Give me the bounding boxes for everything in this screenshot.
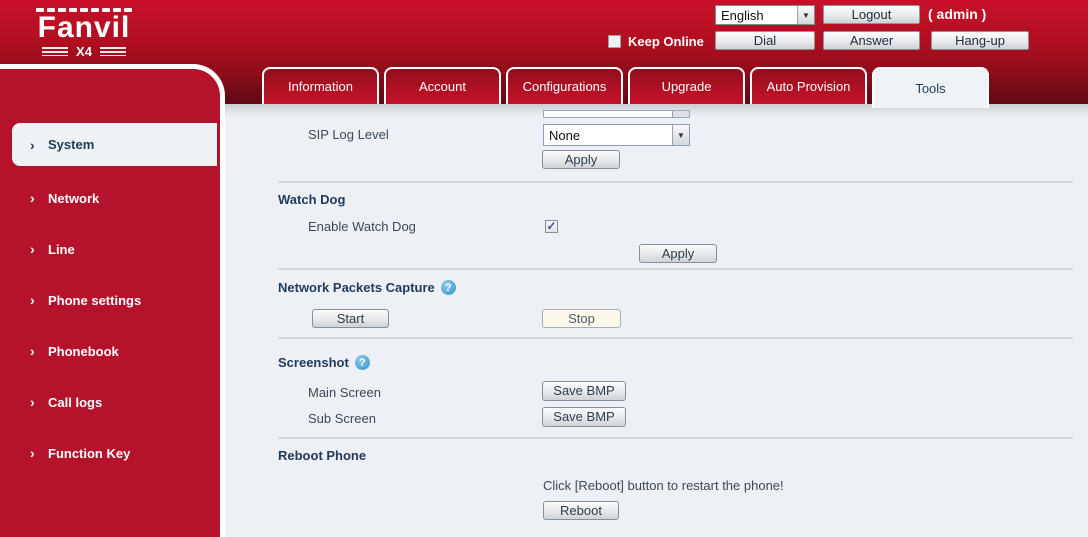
brand-name: Fanvil [24,13,144,43]
sidebar-item-network[interactable]: › Network [0,183,220,213]
enable-watch-dog-label: Enable Watch Dog [308,216,416,238]
admin-label: ( admin ) [928,6,986,22]
hangup-button[interactable]: Hang-up [931,31,1029,50]
tab-account[interactable]: Account [384,67,501,104]
sip-log-level-label: SIP Log Level [308,124,389,146]
language-value: English [716,8,797,23]
chevron-right-icon: › [30,294,40,306]
chevron-down-icon[interactable]: ▼ [797,6,814,24]
chevron-down-icon[interactable]: ▼ [672,125,689,145]
reboot-button[interactable]: Reboot [543,501,619,520]
chevron-right-icon: › [30,396,40,408]
logo-lines-left [42,47,68,56]
answer-button[interactable]: Answer [823,31,920,50]
sidebar-item-label: System [48,137,94,152]
chevron-right-icon: › [30,345,40,357]
sidebar-item-label: Call logs [48,395,102,410]
clipped-dropdown[interactable] [543,110,690,118]
logout-button[interactable]: Logout [823,5,920,24]
chevron-right-icon: › [30,243,40,255]
capture-start-button[interactable]: Start [312,309,389,328]
fanvil-logo: Fanvil X4 [24,8,144,59]
chevron-right-icon: › [30,192,40,204]
chevron-right-icon: › [30,139,40,151]
watch-dog-heading: Watch Dog [278,192,345,207]
main-screen-save-bmp-button[interactable]: Save BMP [542,381,626,401]
keep-online-checkbox[interactable] [608,35,621,48]
sidebar-item-function-key[interactable]: › Function Key [0,438,220,468]
sidebar: › System › Network › Line › Phone settings › Phon… [0,64,225,537]
sidebar-item-label: Network [48,191,99,206]
screenshot-title: Screenshot [278,355,349,370]
sip-log-level-select[interactable]: None ▼ [543,124,690,146]
sidebar-item-call-logs[interactable]: › Call logs [0,387,220,417]
sidebar-item-phone-settings[interactable]: › Phone settings [0,285,220,315]
dial-button[interactable]: Dial [715,31,815,50]
network-packets-capture-heading: Network Packets Capture ? [278,280,456,295]
divider [278,437,1073,439]
sidebar-menu: › System › Network › Line › Phone settings › Phon… [0,69,220,468]
language-select[interactable]: English ▼ [715,5,815,25]
sidebar-item-label: Phonebook [48,344,119,359]
sip-log-level-value: None [544,128,672,143]
help-icon[interactable]: ? [355,355,370,370]
tab-tools[interactable]: Tools [872,67,989,108]
sidebar-item-line[interactable]: › Line [0,234,220,264]
screenshot-heading: Screenshot ? [278,355,370,370]
network-packets-capture-title: Network Packets Capture [278,280,435,295]
keep-online-label: Keep Online [628,34,704,49]
main-screen-label: Main Screen [308,382,381,404]
main-content: SIP Log Level None ▼ Apply Watch Dog Ena… [225,104,1088,537]
sidebar-item-label: Phone settings [48,293,141,308]
tab-configurations[interactable]: Configurations [506,67,623,104]
brand-model: X4 [76,44,92,59]
reboot-hint: Click [Reboot] button to restart the pho… [543,475,784,497]
sub-screen-label: Sub Screen [308,408,376,430]
fanvil-web-ui: Fanvil X4 English ▼ Logout ( admin ) Kee… [0,0,1088,537]
watch-dog-apply-button[interactable]: Apply [639,244,717,263]
sip-log-apply-button[interactable]: Apply [542,150,620,169]
divider [278,268,1073,270]
sidebar-item-label: Function Key [48,446,130,461]
tab-information[interactable]: Information [262,67,379,104]
tab-auto-provision[interactable]: Auto Provision [750,67,867,104]
logo-lines-right [100,47,126,56]
divider [278,181,1073,183]
reboot-phone-heading: Reboot Phone [278,448,366,463]
chevron-right-icon: › [30,447,40,459]
check-icon: ✓ [546,221,556,231]
enable-watch-dog-checkbox[interactable]: ✓ [545,220,558,233]
sub-screen-save-bmp-button[interactable]: Save BMP [542,407,626,427]
sidebar-item-phonebook[interactable]: › Phonebook [0,336,220,366]
divider [278,337,1073,339]
sidebar-item-label: Line [48,242,75,257]
capture-stop-button[interactable]: Stop [542,309,621,328]
tab-bar: InformationAccountConfigurationsUpgradeA… [262,67,989,108]
help-icon[interactable]: ? [441,280,456,295]
tab-upgrade[interactable]: Upgrade [628,67,745,104]
sidebar-item-system[interactable]: › System [12,123,217,166]
